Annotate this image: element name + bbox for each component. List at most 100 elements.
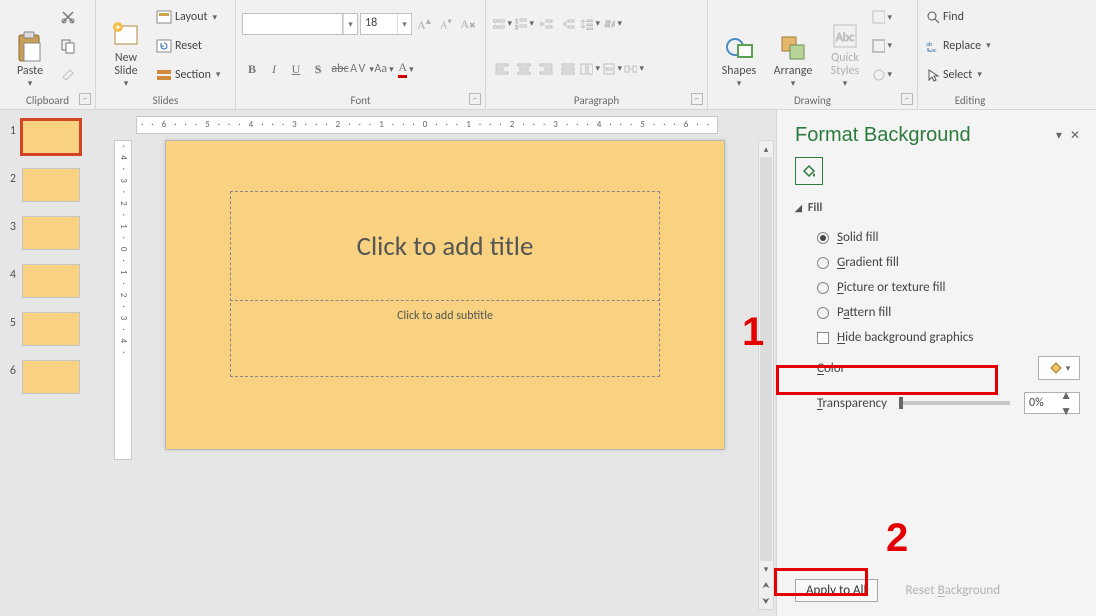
prev-slide-button[interactable]: ⮝	[759, 577, 773, 593]
transparency-slider[interactable]	[899, 401, 1010, 405]
scroll-up-button[interactable]: ▴	[759, 141, 773, 157]
align-right-button[interactable]	[536, 59, 556, 79]
bullets-button[interactable]: ▾	[492, 14, 512, 34]
select-button[interactable]: Select▾	[924, 64, 993, 86]
pane-options-button[interactable]: ▾	[1056, 128, 1062, 143]
picture-fill-option[interactable]: Picture or texture fill	[795, 275, 1080, 300]
pattern-fill-option[interactable]: Pattern fill	[795, 300, 1080, 325]
drawing-dialog-launcher[interactable]: ⌐	[901, 93, 913, 105]
apply-to-all-button[interactable]: Apply to All	[795, 579, 878, 602]
slide-editor: · · 6 · · · 5 · · · 4 · · · 3 · · · 2 · …	[108, 110, 776, 616]
slide-thumbnail[interactable]: 2	[4, 168, 104, 202]
paste-button[interactable]: Paste ▾	[6, 4, 54, 88]
grow-font-button[interactable]: A▴	[414, 14, 434, 34]
title-placeholder[interactable]: Click to add title	[230, 191, 660, 301]
replace-button[interactable]: abac Replace▾	[924, 35, 993, 57]
align-center-button[interactable]	[514, 59, 534, 79]
columns-icon	[580, 62, 593, 76]
thumb-preview[interactable]	[22, 168, 80, 202]
shape-outline-button[interactable]: ▾	[872, 36, 892, 56]
clipboard-dialog-launcher[interactable]: ⌐	[79, 93, 91, 105]
solid-fill-option[interactable]: Solid fill	[795, 225, 1080, 250]
font-dialog-launcher[interactable]: ⌐	[469, 93, 481, 105]
fill-section-header[interactable]: ◢ Fill	[795, 201, 1080, 215]
thumb-preview[interactable]	[22, 264, 80, 298]
quick-styles-icon: Abc	[831, 22, 859, 50]
svg-text:⇵A: ⇵A	[604, 19, 615, 30]
change-case-button[interactable]: Aa▾	[374, 59, 394, 79]
shadow-button[interactable]: S	[308, 59, 328, 79]
thumb-preview[interactable]	[22, 120, 80, 154]
chevron-down-icon[interactable]: ▾	[397, 14, 411, 34]
font-size-field[interactable]: 18	[361, 14, 397, 34]
arrange-button[interactable]: Arrange ▾	[768, 4, 818, 88]
slide-thumbnail[interactable]: 3	[4, 216, 104, 250]
copy-button[interactable]	[58, 36, 78, 56]
gradient-fill-option[interactable]: Gradient fill	[795, 250, 1080, 275]
section-button[interactable]: Section▾	[154, 64, 222, 86]
new-slide-button[interactable]: ✦ New Slide ▾	[102, 4, 150, 88]
numbering-button[interactable]: 12▾	[514, 14, 534, 34]
format-painter-button[interactable]	[58, 65, 78, 85]
slide-thumbnail[interactable]: 6	[4, 360, 104, 394]
shape-fill-button[interactable]: ▾	[872, 7, 892, 27]
quick-styles-button[interactable]: Abc Quick Styles ▾	[822, 4, 868, 88]
font-name-field[interactable]	[243, 14, 343, 34]
font-size-dropdown[interactable]: 18 ▾	[360, 13, 412, 35]
color-picker-button[interactable]: ▾	[1038, 356, 1080, 380]
hide-bg-graphics-checkbox[interactable]: Hide background graphics	[795, 325, 1080, 350]
increase-indent-button[interactable]	[558, 14, 578, 34]
slide-thumbnail[interactable]: 4	[4, 264, 104, 298]
align-left-button[interactable]	[492, 59, 512, 79]
scroll-thumb[interactable]	[760, 157, 772, 561]
subtitle-placeholder[interactable]: Click to add subtitle	[230, 303, 660, 377]
underline-button[interactable]: U	[286, 59, 306, 79]
line-spacing-button[interactable]: ▾	[580, 14, 600, 34]
strikethrough-button[interactable]: abc	[330, 59, 350, 79]
new-slide-icon: ✦	[111, 20, 141, 50]
clear-formatting-button[interactable]: A✖	[458, 14, 478, 34]
spinner-buttons[interactable]: ▲▼	[1053, 388, 1079, 419]
group-label-paragraph: Paragraph	[492, 92, 701, 107]
char-spacing-button[interactable]: AV▾	[352, 59, 372, 79]
layout-button[interactable]: Layout▾	[154, 6, 222, 28]
next-slide-button[interactable]: ⮟	[759, 593, 773, 609]
thumb-preview[interactable]	[22, 360, 80, 394]
text-direction-button[interactable]: ⇵A▾	[602, 14, 622, 34]
slide-thumbnail[interactable]: 5	[4, 312, 104, 346]
slide-canvas[interactable]: Click to add title Click to add subtitle	[165, 140, 725, 450]
smartart-button[interactable]: ▾	[624, 59, 644, 79]
decrease-indent-button[interactable]	[536, 14, 556, 34]
annotation-number-2: 2	[886, 516, 908, 561]
scroll-down-button[interactable]: ▾	[759, 561, 773, 577]
shape-effects-button[interactable]: ▾	[872, 65, 892, 85]
italic-button[interactable]: I	[264, 59, 284, 79]
justify-button[interactable]	[558, 59, 578, 79]
chevron-down-icon[interactable]: ▾	[343, 14, 357, 34]
pane-close-button[interactable]: ✕	[1070, 128, 1080, 143]
group-drawing: Shapes ▾ Arrange ▾ Abc Quick Styles ▾	[708, 0, 918, 109]
vertical-scrollbar[interactable]: ▴ ▾ ⮝ ⮟	[758, 140, 774, 610]
font-family-dropdown[interactable]: ▾	[242, 13, 358, 35]
pane-title: Format Background	[795, 124, 971, 147]
transparency-input[interactable]: 0% ▲▼	[1024, 392, 1080, 414]
find-button[interactable]: Find	[924, 6, 993, 28]
bold-button[interactable]: B	[242, 59, 262, 79]
shrink-font-button[interactable]: A▾	[436, 14, 456, 34]
cut-button[interactable]	[58, 7, 78, 27]
ribbon: Paste ▾ Clipboard ⌐	[0, 0, 1096, 110]
align-text-button[interactable]: ▾	[602, 59, 622, 79]
paragraph-dialog-launcher[interactable]: ⌐	[691, 93, 703, 105]
reset-button[interactable]: Reset	[154, 35, 222, 57]
align-right-icon	[539, 62, 553, 76]
columns-button[interactable]: ▾	[580, 59, 600, 79]
checkbox-icon	[817, 332, 829, 344]
group-label-font: Font	[242, 92, 479, 107]
thumb-preview[interactable]	[22, 312, 80, 346]
fill-tab-button[interactable]	[795, 157, 823, 185]
reset-background-button[interactable]: Reset Background	[896, 580, 1011, 601]
font-color-button[interactable]: A▾	[396, 59, 416, 79]
slide-thumbnail[interactable]: 1	[4, 120, 104, 154]
thumb-preview[interactable]	[22, 216, 80, 250]
shapes-button[interactable]: Shapes ▾	[714, 4, 764, 88]
